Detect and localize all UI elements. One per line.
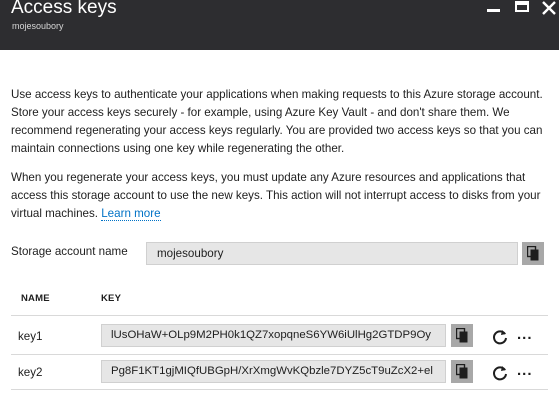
blade-title: Access keys xyxy=(11,0,117,18)
intro-paragraph-2-text: When you regenerate your access keys, yo… xyxy=(11,171,541,220)
column-header-name: NAME xyxy=(21,293,50,304)
key2-value-field[interactable]: Pg8F1KT1gjMIQfUBGpH/XrXmgWvKQbzle7DYZ5cT… xyxy=(101,360,446,383)
regenerate-key1-icon[interactable] xyxy=(491,328,509,346)
close-button[interactable] xyxy=(540,0,559,20)
blade-subtitle: mojesoubory xyxy=(12,21,64,31)
minimize-button[interactable] xyxy=(484,0,504,20)
key1-more-button[interactable]: ... xyxy=(517,326,533,343)
key1-name: key1 xyxy=(18,330,43,343)
blade-header: Access keys mojesoubory xyxy=(0,0,559,50)
storage-account-name-field[interactable]: mojesoubory xyxy=(146,242,518,265)
table-divider xyxy=(11,354,548,355)
intro-paragraph-2: When you regenerate your access keys, yo… xyxy=(11,169,556,223)
minimize-icon xyxy=(487,9,500,12)
copy-key1-button[interactable] xyxy=(451,324,473,347)
learn-more-link[interactable]: Learn more xyxy=(101,207,161,221)
copy-icon xyxy=(527,246,539,261)
regenerate-key2-icon[interactable] xyxy=(491,364,509,382)
table-divider xyxy=(11,315,548,316)
table-divider xyxy=(11,389,548,390)
storage-account-label: Storage account name xyxy=(11,245,128,258)
copy-icon xyxy=(456,328,468,343)
key2-name: key2 xyxy=(18,366,43,379)
maximize-icon xyxy=(515,1,529,12)
maximize-button[interactable] xyxy=(513,0,533,20)
column-header-key: KEY xyxy=(101,293,122,304)
key1-value-field[interactable]: lUsOHaW+OLp9M2PH0k1QZ7xopqneS6YW6iUlHg2G… xyxy=(101,324,446,347)
intro-paragraph-1: Use access keys to authenticate your app… xyxy=(11,88,543,155)
copy-icon xyxy=(456,364,468,379)
close-icon xyxy=(542,1,556,15)
copy-account-name-button[interactable] xyxy=(522,242,544,265)
key2-more-button[interactable]: ... xyxy=(517,362,533,379)
copy-key2-button[interactable] xyxy=(451,360,473,383)
